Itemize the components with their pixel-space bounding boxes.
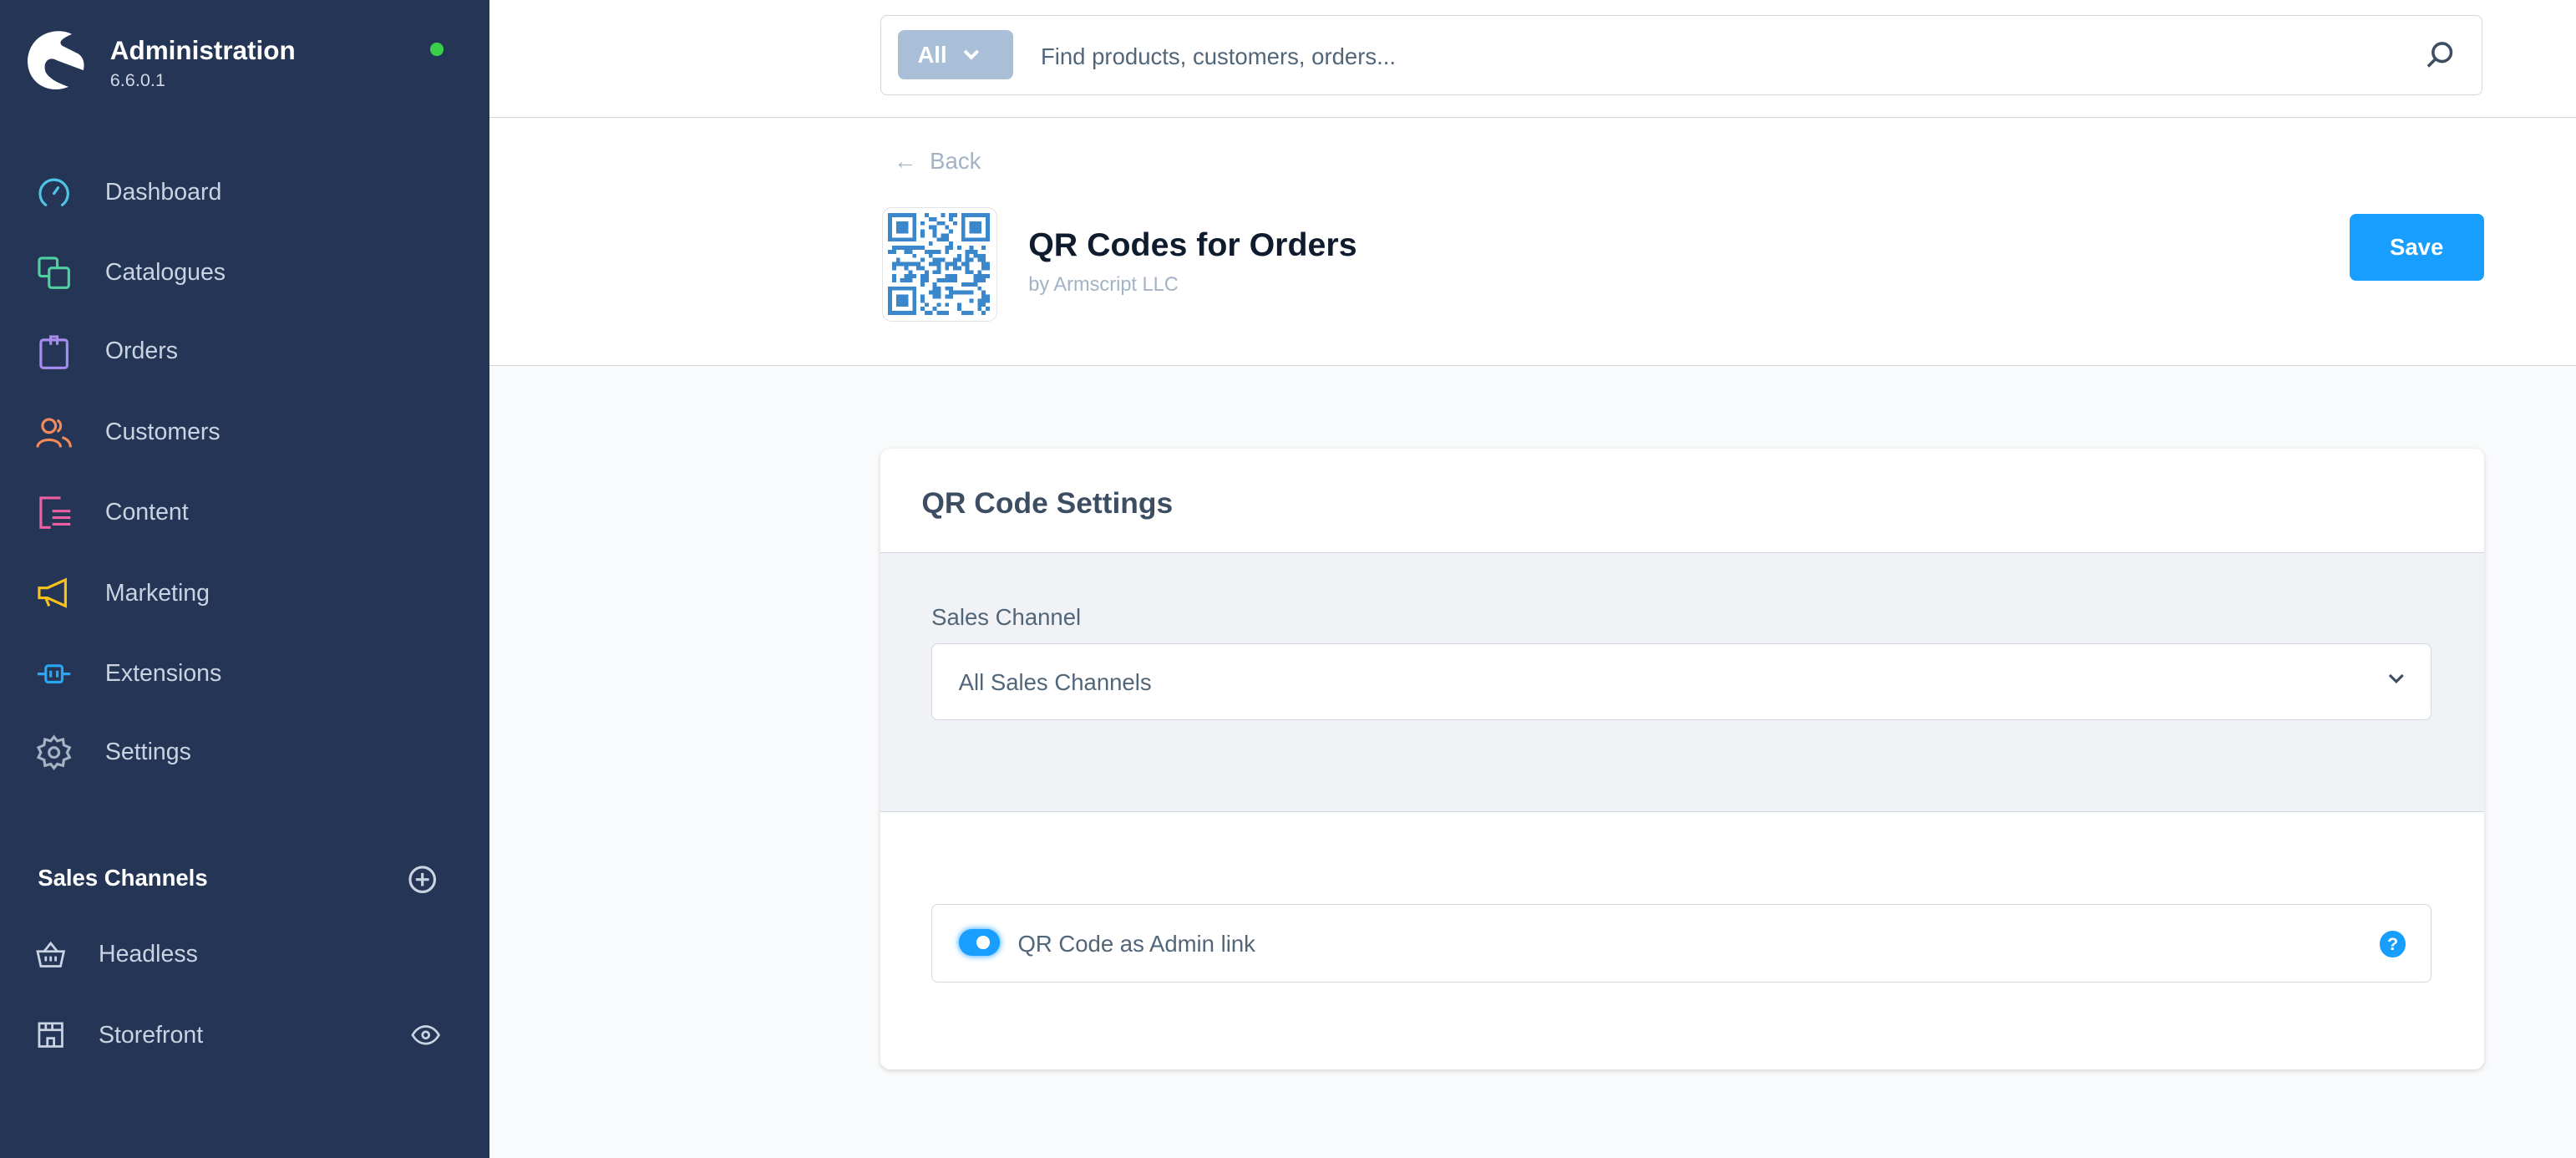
sales-channels-heading: Sales Channels	[38, 864, 208, 891]
card-title: QR Code Settings	[921, 486, 1174, 521]
search-input[interactable]	[1037, 35, 2391, 79]
sidebar-item-orders[interactable]: Orders	[0, 319, 489, 385]
back-label: Back	[930, 148, 981, 174]
gear-icon	[37, 734, 72, 770]
eye-icon[interactable]	[411, 1025, 440, 1045]
search-type-label: All	[917, 41, 947, 68]
sidebar-item-label: Extensions	[104, 659, 222, 687]
catalogue-icon	[38, 256, 71, 289]
shopware-logo-icon[interactable]	[26, 29, 85, 92]
content-icon	[39, 496, 71, 529]
global-search: All	[880, 14, 2482, 96]
admin-link-label: QR Code as Admin link	[1017, 931, 1255, 957]
sales-channel-label: Headless	[99, 941, 198, 968]
sidebar-item-settings[interactable]: Settings	[0, 719, 489, 785]
sales-channel-label: Storefront	[99, 1021, 204, 1049]
sidebar-item-label: Orders	[104, 338, 178, 365]
megaphone-icon	[38, 577, 68, 609]
plug-icon	[38, 663, 71, 683]
sales-channel-value: All Sales Channels	[958, 668, 1152, 695]
gauge-icon	[38, 179, 70, 207]
qr-code-icon	[888, 212, 990, 315]
shopping-bag-icon	[39, 335, 69, 370]
back-link[interactable]: ← Back	[894, 148, 981, 175]
sidebar-item-label: Customers	[104, 418, 221, 445]
sidebar: Administration 6.6.0.1 Dashboard Catalog…	[0, 0, 490, 1158]
sidebar-item-customers[interactable]: Customers	[0, 399, 489, 465]
arrow-left-icon: ←	[893, 148, 917, 174]
sidebar-item-content[interactable]: Content	[0, 480, 489, 546]
sidebar-item-label: Catalogues	[104, 258, 226, 286]
admin-link-toggle[interactable]	[958, 929, 1000, 956]
page-header: ← Back QR Codes for Orders by Armscript …	[489, 118, 2576, 366]
search-type-dropdown[interactable]: All	[897, 30, 1013, 80]
sidebar-item-extensions[interactable]: Extensions	[0, 641, 489, 707]
sidebar-item-label: Marketing	[104, 579, 210, 607]
search-icon[interactable]	[2426, 40, 2455, 69]
admin-link-field: QR Code as Admin link ?	[931, 903, 2431, 983]
top-bar: All	[489, 0, 2576, 118]
save-button[interactable]: Save	[2349, 213, 2484, 282]
users-icon	[36, 417, 73, 448]
sales-channel-headless[interactable]: Headless	[0, 925, 489, 984]
sidebar-item-label: Content	[104, 499, 189, 526]
help-icon[interactable]: ?	[2379, 931, 2406, 957]
sidebar-item-label: Dashboard	[104, 178, 222, 206]
storefront-icon	[38, 1022, 64, 1049]
sales-channel-label: Sales Channel	[931, 603, 1082, 630]
chevron-down-icon	[963, 49, 980, 60]
sidebar-item-label: Settings	[104, 739, 191, 766]
app-title: Administration	[109, 36, 296, 66]
sidebar-item-marketing[interactable]: Marketing	[0, 561, 489, 627]
page-title: QR Codes for Orders	[1028, 226, 1357, 264]
status-indicator	[430, 43, 444, 56]
add-sales-channel-icon[interactable]	[408, 865, 437, 894]
plugin-icon	[882, 206, 997, 323]
chevron-down-icon	[2388, 674, 2404, 684]
qr-code-settings-card: QR Code Settings Sales Channel All Sales…	[880, 448, 2484, 1070]
basket-icon	[36, 941, 66, 968]
sales-channel-select[interactable]: All Sales Channels	[931, 643, 2431, 721]
sidebar-item-catalogues[interactable]: Catalogues	[0, 240, 489, 306]
sidebar-item-dashboard[interactable]: Dashboard	[0, 160, 489, 226]
sales-channel-storefront[interactable]: Storefront	[0, 1006, 489, 1065]
app-version: 6.6.0.1	[109, 69, 165, 90]
plugin-author: by Armscript LLC	[1028, 274, 1179, 297]
sales-channel-section: Sales Channel All Sales Channels	[880, 551, 2484, 812]
